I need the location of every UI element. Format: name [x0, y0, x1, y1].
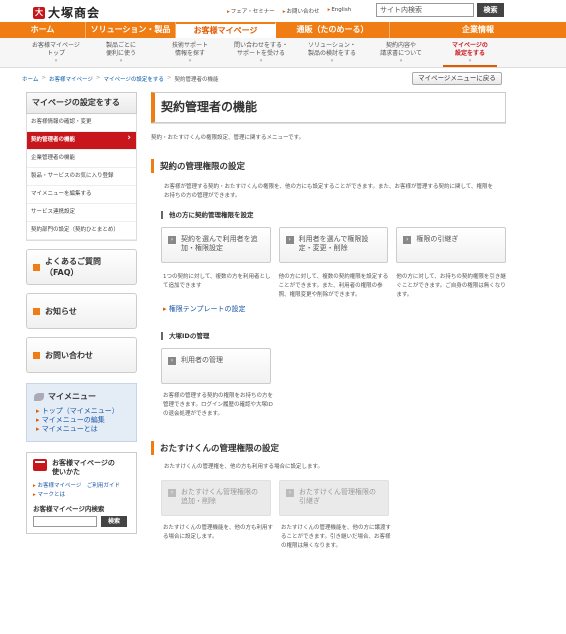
- mypage-search-button[interactable]: 検索: [101, 516, 127, 527]
- main-content: 契約管理者の機能 契約・おたすけくんの権限設定、管理に関するメニューです。 契約…: [151, 92, 507, 551]
- mymenu-box: マイメニュー トップ（マイメニュー） マイメニューの編集 マイメニューとは: [26, 383, 137, 442]
- orange-square-icon: [33, 263, 40, 271]
- section-otasuke-heading: おたすけくんの管理権限の設定: [151, 441, 506, 455]
- subnav-contract[interactable]: 契約内容や 請求書について: [370, 42, 432, 64]
- sidebar-list: お客様情報の確認・変更 契約管理者の機能 企業管理者の機能 製品・サービスのお気…: [26, 114, 137, 241]
- sidebar-item-company-admin[interactable]: 企業管理者の機能: [27, 150, 136, 168]
- mymenu-title: マイメニュー: [48, 392, 96, 401]
- desc-otasuke-transfer: おたすけくんの管理機能を、他の方に譲渡することができます。引き継いだ場合、お客様…: [281, 525, 392, 549]
- gnav-solutions[interactable]: ソリューション・製品: [86, 22, 176, 38]
- otasuke-transfer-button[interactable]: › おたすけくん管理権限の引継ぎ: [279, 480, 389, 516]
- subsection-assign-heading: 他の方に契約管理権限を設定: [161, 211, 506, 219]
- desc-otasuke-add: おたすけくんの管理機能を、他の方も利用する場合に設定します。: [163, 525, 274, 540]
- mymenu-link-top[interactable]: トップ（マイメニュー）: [34, 407, 129, 416]
- breadcrumb-settings[interactable]: マイページの設定をする: [103, 75, 163, 83]
- arrow-right-icon: ›: [168, 489, 176, 497]
- contact-box[interactable]: お問い合わせ: [26, 337, 137, 373]
- sidebar-item-contract-admin[interactable]: 契約管理者の機能: [27, 132, 136, 150]
- subnav-settings[interactable]: マイページの 設定をする: [443, 42, 497, 67]
- subnav-top[interactable]: お客様マイページ トップ: [28, 42, 84, 64]
- page-title: 契約管理者の機能: [151, 92, 506, 123]
- leaf-icon: [34, 392, 44, 401]
- mymenu-link-about[interactable]: マイメニューとは: [34, 425, 129, 434]
- logo-text: 大塚商会: [48, 6, 101, 20]
- section-contract-heading: 契約の管理権限の設定: [151, 159, 506, 173]
- sidebar-heading: マイページの設定をする: [26, 92, 137, 114]
- guide-search-label: お客様マイページ内検索: [33, 505, 105, 513]
- guide-link-marks[interactable]: マークとは: [33, 492, 65, 498]
- user-management-button[interactable]: › 利用者の管理: [161, 348, 271, 384]
- arrow-right-icon: ›: [168, 357, 176, 365]
- guide-link-user-guide[interactable]: お客様マイページ ご利用ガイド: [33, 483, 120, 489]
- set-permission-by-user-button[interactable]: › 利用者を選んで権限設定・変更・削除: [278, 227, 389, 263]
- desc-set-permission: 他の方に対して、複数の契約権限を設定することができます。また、利用者の権限の参照…: [278, 274, 389, 298]
- mymenu-link-edit[interactable]: マイメニューの編集: [34, 416, 129, 425]
- gnav-mypage[interactable]: お客様マイページ: [176, 22, 276, 38]
- arrow-right-icon: ›: [285, 236, 294, 244]
- subsection-otsuka-id-heading: 大塚IDの管理: [161, 332, 506, 340]
- sidebar-item-service-link[interactable]: サービス連携設定: [27, 204, 136, 222]
- sidebar-item-edit-mymenu[interactable]: マイメニューを編集する: [27, 186, 136, 204]
- subnav-consider[interactable]: ソリューション・ 製品の検討をする: [300, 42, 364, 64]
- sidebar-item-profile[interactable]: お客様情報の確認・変更: [27, 114, 136, 132]
- faq-box[interactable]: よくあるご質問 （FAQ）: [26, 249, 137, 285]
- util-link-english[interactable]: English: [328, 7, 351, 15]
- arrow-right-icon: ›: [403, 236, 412, 244]
- arrow-right-icon: ›: [168, 236, 176, 244]
- breadcrumb: ホーム > お客様マイページ > マイページの設定をする > 契約管理者の機能: [22, 75, 219, 83]
- otasuke-add-remove-button[interactable]: › おたすけくん管理権限の追加・削除: [161, 480, 271, 516]
- subnav-support-info[interactable]: 技術サポート 情報を探す: [162, 42, 218, 64]
- global-nav: ホーム ソリューション・製品 お客様マイページ 通販（たのめーる） 企業情報: [0, 22, 566, 38]
- permission-template-link[interactable]: 権限テンプレートの設定: [163, 305, 271, 314]
- assign-descriptions: 1つの契約に対して、複数の方を利用者として追加できます 権限テンプレートの設定 …: [163, 273, 506, 314]
- otasuke-cards: › おたすけくん管理権限の追加・削除 › おたすけくん管理権限の引継ぎ: [161, 480, 506, 516]
- gnav-home[interactable]: ホーム: [0, 22, 86, 38]
- arrow-right-icon: ›: [286, 489, 294, 497]
- desc-add-user: 1つの契約に対して、複数の方を利用者として追加できます 権限テンプレートの設定: [163, 273, 271, 314]
- mypage-search-input[interactable]: [33, 516, 97, 527]
- gnav-tanomeru[interactable]: 通販（たのめーる）: [276, 22, 390, 38]
- usage-guide-box: お客様マイページの 使いかた お客様マイページ ご利用ガイド マークとは お客様…: [26, 452, 137, 534]
- site-search-button[interactable]: 検索: [477, 3, 504, 17]
- subnav-products[interactable]: 製品ごとに 便利に使う: [96, 42, 146, 64]
- section-contract-text: お客様が管理する契約・おたすけくんの権限を、他の方にも設定することができます。ま…: [164, 184, 494, 199]
- breadcrumb-current: 契約管理者の機能: [174, 77, 219, 83]
- util-link-fair[interactable]: フェア・セミナー: [227, 7, 275, 15]
- desc-user-management: お客様の管理する契約の権限をお持ちの方を管理できます。ログイン履歴の確認や大塚I…: [163, 393, 274, 417]
- section-otasuke-text: おたすけくんの管理権を、他の方も利用する場合に設定します。: [164, 464, 323, 470]
- subnav-inquiry[interactable]: 問い合わせをする・ サポートを受ける: [226, 42, 296, 64]
- sidebar-item-department[interactable]: 契約部門の設定（契約ひとまとめ）: [27, 222, 136, 240]
- guide-book-icon: [33, 459, 47, 471]
- site-logo[interactable]: 大 大塚商会: [33, 4, 100, 21]
- breadcrumb-home[interactable]: ホーム: [22, 75, 38, 83]
- orange-square-icon: [33, 307, 40, 315]
- util-link-contact[interactable]: お問い合わせ: [283, 7, 320, 15]
- sidebar-item-favorites[interactable]: 製品・サービスのお気に入り登録: [27, 168, 136, 186]
- guide-title: お客様マイページの 使いかた: [52, 459, 115, 476]
- sub-nav: お客様マイページ トップ 製品ごとに 便利に使う 技術サポート 情報を探す 問い…: [0, 38, 566, 68]
- site-header: 大 大塚商会 フェア・セミナー お問い合わせ English サイト内検索 検索: [0, 0, 566, 22]
- sidebar: マイページの設定をする お客様情報の確認・変更 契約管理者の機能 企業管理者の機…: [26, 92, 137, 534]
- desc-transfer: 他の方に対して、お持ちの契約権限を引き継ぐことができます。ご自身の権限は無くなり…: [396, 274, 506, 298]
- transfer-permission-button[interactable]: › 権限の引継ぎ: [396, 227, 507, 263]
- assign-cards: › 契約を選んで利用者を追加・権限設定 › 利用者を選んで権限設定・変更・削除 …: [161, 227, 507, 263]
- utility-links: フェア・セミナー お問い合わせ English: [227, 7, 351, 15]
- back-to-menu-button[interactable]: マイページメニューに戻る: [412, 72, 502, 85]
- breadcrumb-mypage[interactable]: お客様マイページ: [49, 75, 93, 83]
- page-lead: 契約・おたすけくんの権限設定、管理に関するメニューです。: [151, 135, 305, 141]
- news-label: お知らせ: [45, 306, 77, 316]
- orange-square-icon: [33, 351, 40, 359]
- site-search-input[interactable]: サイト内検索: [376, 3, 474, 17]
- contact-label: お問い合わせ: [45, 350, 93, 360]
- faq-label: よくあるご質問 （FAQ）: [45, 257, 101, 277]
- gnav-company[interactable]: 企業情報: [390, 22, 566, 38]
- news-box[interactable]: お知らせ: [26, 293, 137, 329]
- logo-mark-icon: 大: [33, 6, 45, 19]
- add-user-by-contract-button[interactable]: › 契約を選んで利用者を追加・権限設定: [161, 227, 271, 263]
